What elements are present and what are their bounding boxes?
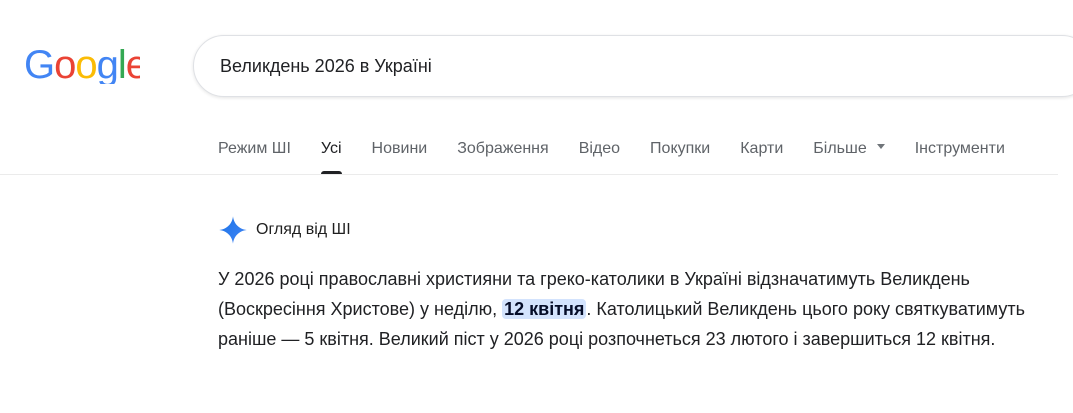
tab-label: Інструменти [914,140,1005,157]
tabs-divider [0,174,1058,175]
tab-videos[interactable]: Відео [579,136,620,176]
highlighted-date: 12 квітня [502,299,587,319]
search-input[interactable] [220,36,920,96]
sparkle-icon [219,216,247,244]
tab-news[interactable]: Новини [372,136,428,176]
svg-text:Google: Google [24,44,140,84]
ai-overview-text: У 2026 році православні християни та гре… [218,264,1028,354]
tab-all[interactable]: Усі [320,136,342,176]
tab-ai-mode[interactable]: Режим ШІ [218,136,291,176]
tab-label: Усі [320,140,342,157]
tab-label: Відео [578,140,621,157]
tab-more[interactable]: Більше [813,136,885,176]
ai-overview-header: Огляд від ШІ [218,215,351,245]
tab-tools[interactable]: Інструменти [915,136,1005,176]
google-logo-image: Google [24,44,140,84]
tab-label: Більше [813,140,867,157]
caret-down-icon [876,144,885,150]
search-box[interactable] [193,35,1073,97]
tab-images[interactable]: Зображення [457,136,548,176]
tab-label: Новини [371,140,428,157]
tab-maps[interactable]: Карти [740,136,783,176]
search-tabs: Режим ШІ Усі Новини Зображення Відео Пок… [218,136,1035,176]
google-logo[interactable]: Google [24,44,140,84]
tab-label: Зображення [457,140,549,157]
tab-label: Покупки [650,140,711,157]
tab-shopping[interactable]: Покупки [650,136,710,176]
ai-overview-title: Огляд від ШІ [256,221,351,238]
tab-label: Карти [740,140,784,157]
tab-label: Режим ШІ [218,140,291,157]
